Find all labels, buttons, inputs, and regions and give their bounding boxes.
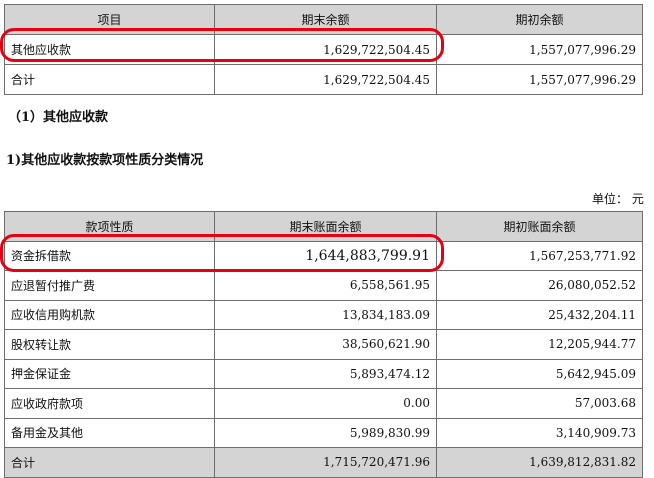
table-row: 押金保证金 5,893,474.12 5,642,945.09 — [4, 358, 643, 389]
end-balance-cell: 0.00 — [214, 388, 437, 419]
row-label: 合计 — [4, 447, 215, 478]
summary-table: 项目 期末余额 期初余额 其他应收款 1,629,722,504.45 1,55… — [4, 4, 643, 95]
begin-balance-cell: 25,432,204.11 — [436, 299, 643, 330]
column-header: 款项性质 — [4, 211, 215, 242]
unit-label: 单位： 元 — [592, 192, 644, 206]
end-balance-cell: 1,629,722,504.45 — [214, 34, 437, 65]
section-title: （1）其他应收款 — [8, 110, 109, 125]
begin-balance-cell: 1,639,812,831.82 — [436, 447, 643, 478]
row-label: 资金拆借款 — [4, 240, 215, 271]
begin-balance-cell: 57,003.68 — [436, 388, 643, 419]
row-label: 押金保证金 — [4, 358, 215, 389]
row-label: 合计 — [4, 64, 215, 95]
begin-balance-cell: 26,080,052.52 — [436, 270, 643, 301]
end-balance-cell: 1,629,722,504.45 — [214, 64, 437, 95]
end-balance-cell: 1,644,883,799.91 — [214, 240, 437, 271]
end-balance-cell: 5,893,474.12 — [214, 358, 437, 389]
table-row: 资金拆借款 1,644,883,799.91 1,567,253,771.92 — [4, 240, 643, 271]
end-balance-cell: 1,715,720,471.96 — [214, 447, 437, 478]
table-row: 应退暂付推广费 6,558,561.95 26,080,052.52 — [4, 270, 643, 301]
column-header: 期初余额 — [436, 4, 643, 35]
row-label: 股权转让款 — [4, 329, 215, 360]
table-row: 应收信用购机款 13,834,183.09 25,432,204.11 — [4, 299, 643, 330]
end-balance-cell: 38,560,621.90 — [214, 329, 437, 360]
table-header-row: 款项性质 期末账面余额 期初账面余额 — [4, 211, 643, 242]
table-row: 股权转让款 38,560,621.90 12,205,944.77 — [4, 329, 643, 360]
begin-balance-cell: 3,140,909.73 — [436, 417, 643, 448]
row-label: 备用金及其他 — [4, 417, 215, 448]
table-row: 其他应收款 1,629,722,504.45 1,557,077,996.29 — [4, 34, 643, 65]
row-label: 应退暂付推广费 — [4, 270, 215, 301]
end-balance-cell: 5,989,830.99 — [214, 417, 437, 448]
row-label: 应收政府款项 — [4, 388, 215, 419]
row-label: 应收信用购机款 — [4, 299, 215, 330]
table-row: 备用金及其他 5,989,830.99 3,140,909.73 — [4, 417, 643, 448]
begin-balance-cell: 1,557,077,996.29 — [436, 34, 643, 65]
detail-table: 款项性质 期末账面余额 期初账面余额 资金拆借款 1,644,883,799.9… — [4, 211, 643, 478]
table-row: 合计 1,629,722,504.45 1,557,077,996.29 — [4, 64, 643, 95]
subsection-title: 1)其他应收款按款项性质分类情况 — [6, 153, 204, 168]
column-header: 项目 — [4, 4, 215, 35]
column-header: 期初账面余额 — [436, 211, 643, 242]
begin-balance-cell: 12,205,944.77 — [436, 329, 643, 360]
column-header: 期末账面余额 — [214, 211, 437, 242]
end-balance-cell: 6,558,561.95 — [214, 270, 437, 301]
table-row: 应收政府款项 0.00 57,003.68 — [4, 388, 643, 419]
row-label: 其他应收款 — [4, 34, 215, 65]
begin-balance-cell: 1,567,253,771.92 — [436, 240, 643, 271]
begin-balance-cell: 1,557,077,996.29 — [436, 64, 643, 95]
total-row: 合计 1,715,720,471.96 1,639,812,831.82 — [4, 447, 643, 478]
column-header: 期末余额 — [214, 4, 437, 35]
end-balance-cell: 13,834,183.09 — [214, 299, 437, 330]
table-header-row: 项目 期末余额 期初余额 — [4, 4, 643, 35]
begin-balance-cell: 5,642,945.09 — [436, 358, 643, 389]
